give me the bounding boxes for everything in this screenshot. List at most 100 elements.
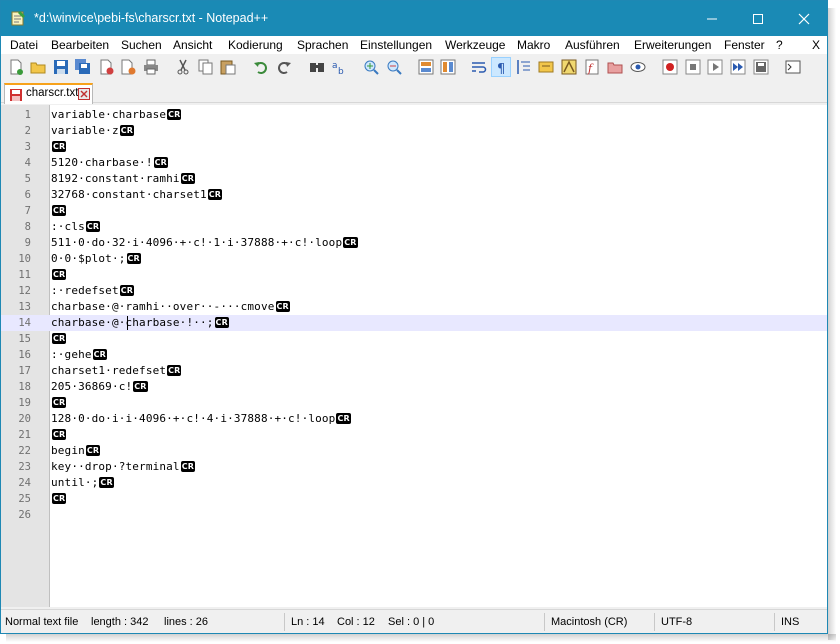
code-line[interactable]: 17 charset1·redefset CR — [1, 363, 827, 379]
notepad-window: *d:\winvice\pebi-fs\charscr.txt - Notepa… — [0, 0, 828, 634]
print-button[interactable] — [141, 57, 161, 77]
line-text: CR — [51, 268, 67, 281]
line-content: until·; — [51, 476, 99, 489]
code-line[interactable]: 16:·gehe CR — [1, 347, 827, 363]
save-macro-button[interactable] — [751, 57, 771, 77]
stop-macro-icon — [685, 59, 701, 75]
save-button[interactable] — [51, 57, 71, 77]
menu-kodierung[interactable]: Kodierung — [228, 38, 283, 52]
function-list-icon: f — [585, 59, 599, 75]
copy-button[interactable] — [196, 57, 216, 77]
code-line[interactable]: 10 0·0·$plot·; CR — [1, 251, 827, 267]
code-line[interactable]: 6 32768·constant·charset1 CR — [1, 187, 827, 203]
menu-bearbeiten[interactable]: Bearbeiten — [51, 38, 109, 52]
code-line[interactable]: 7 CR — [1, 203, 827, 219]
tab-charscr[interactable]: charscr.txt — [4, 83, 93, 104]
sync-horizontal-button[interactable] — [438, 57, 458, 77]
menu-werkzeuge[interactable]: Werkzeuge — [445, 38, 505, 52]
code-line[interactable]: 18 205·36869·c! CR — [1, 379, 827, 395]
play-macro-button[interactable] — [705, 57, 725, 77]
indent-guide-button[interactable] — [514, 57, 534, 77]
code-line[interactable]: 26 — [1, 507, 827, 523]
zoom-out-button[interactable] — [384, 57, 404, 77]
sync-vertical-button[interactable] — [416, 57, 436, 77]
find-button[interactable] — [307, 57, 327, 77]
menu-ausfuehren[interactable]: Ausführen — [565, 38, 620, 52]
window-title: *d:\winvice\pebi-fs\charscr.txt - Notepa… — [34, 11, 269, 25]
menu-datei[interactable]: Datei — [10, 38, 38, 52]
stop-macro-button[interactable] — [683, 57, 703, 77]
open-file-button[interactable] — [28, 57, 48, 77]
show-all-characters-button[interactable]: ¶ — [491, 57, 511, 77]
line-content: 128·0·do·i·i·4096·+·c!·4·i·37888·+·c!·lo… — [51, 412, 336, 425]
code-line[interactable]: 21 CR — [1, 427, 827, 443]
code-line[interactable]: 22 begin CR — [1, 443, 827, 459]
sync-vertical-icon — [418, 59, 434, 75]
run-macro-multiple-button[interactable] — [728, 57, 748, 77]
code-line[interactable]: 2 variable·z CR — [1, 123, 827, 139]
line-number: 14 — [18, 317, 31, 329]
new-file-button[interactable] — [6, 57, 26, 77]
menu-help[interactable]: ? — [776, 38, 783, 52]
editor-area[interactable]: 1 variable·charbase CR 2 variable·z CR 3 CR 4 512… — [1, 105, 827, 607]
code-line[interactable]: 14 charbase·@·charbase·!··; CR — [1, 315, 827, 331]
code-line[interactable]: 15 CR — [1, 331, 827, 347]
folder-workspace-button[interactable] — [605, 57, 625, 77]
code-line[interactable]: 19 CR — [1, 395, 827, 411]
document-map-button[interactable] — [559, 57, 579, 77]
code-line[interactable]: 3 CR — [1, 139, 827, 155]
close-all-button[interactable] — [118, 57, 138, 77]
zoom-in-button[interactable] — [361, 57, 381, 77]
monitoring-button[interactable] — [628, 57, 648, 77]
title-bar[interactable]: *d:\winvice\pebi-fs\charscr.txt - Notepa… — [1, 1, 827, 36]
status-insert-mode[interactable]: INS — [781, 616, 799, 628]
menu-sprachen[interactable]: Sprachen — [297, 38, 348, 52]
replace-button[interactable]: ab — [329, 57, 349, 77]
function-list-button[interactable]: f — [582, 57, 602, 77]
redo-button[interactable] — [274, 57, 294, 77]
paste-button[interactable] — [218, 57, 238, 77]
notepad-app-icon — [11, 11, 25, 26]
minimize-button[interactable] — [689, 1, 735, 36]
save-all-button[interactable] — [73, 57, 93, 77]
record-macro-button[interactable] — [660, 57, 680, 77]
word-wrap-button[interactable] — [469, 57, 489, 77]
code-line[interactable]: 20 128·0·do·i·i·4096·+·c!·4·i·37888·+·c!·… — [1, 411, 827, 427]
close-window-button[interactable] — [781, 1, 827, 36]
code-line[interactable]: 1 variable·charbase CR — [1, 107, 827, 123]
line-text: variable·charbase CR — [51, 108, 182, 121]
code-line[interactable]: 11 CR — [1, 267, 827, 283]
code-line[interactable]: 4 5120·charbase·! CR — [1, 155, 827, 171]
code-line[interactable]: 5 8192·constant·ramhi CR — [1, 171, 827, 187]
close-document-x[interactable]: X — [812, 38, 820, 52]
code-line[interactable]: 24 until·; CR — [1, 475, 827, 491]
eol-marker: CR — [52, 269, 67, 280]
tab-close-button[interactable] — [78, 88, 90, 100]
folder-workspace-icon — [607, 62, 623, 74]
menu-erweiterungen[interactable]: Erweiterungen — [634, 38, 711, 52]
code-line[interactable]: 12:·redefset CR — [1, 283, 827, 299]
code-line[interactable]: 9 511·0·do·32·i·4096·+·c!·1·i·37888·+·c!·… — [1, 235, 827, 251]
close-button[interactable] — [96, 57, 116, 77]
code-line[interactable]: 25 CR — [1, 491, 827, 507]
menu-suchen[interactable]: Suchen — [121, 38, 162, 52]
zoom-out-icon — [387, 60, 402, 75]
code-line[interactable]: 23 key··drop·?terminal CR — [1, 459, 827, 475]
line-number: 26 — [18, 509, 31, 521]
maximize-button[interactable] — [735, 1, 781, 36]
menu-ansicht[interactable]: Ansicht — [173, 38, 212, 52]
user-language-button[interactable] — [536, 57, 556, 77]
code-line[interactable]: 13 charbase·@·ramhi··over··-···cmove CR — [1, 299, 827, 315]
status-encoding[interactable]: UTF-8 — [661, 616, 692, 628]
find-icon — [310, 63, 324, 72]
status-eol-format[interactable]: Macintosh (CR) — [551, 616, 627, 628]
menu-einstellungen[interactable]: Einstellungen — [360, 38, 432, 52]
code-line[interactable]: 8:·cls CR — [1, 219, 827, 235]
eol-marker: CR — [52, 429, 67, 440]
menu-makro[interactable]: Makro — [517, 38, 550, 52]
menu-fenster[interactable]: Fenster — [724, 38, 765, 52]
cut-button[interactable] — [173, 57, 193, 77]
document-map-icon — [561, 59, 577, 75]
console-button[interactable] — [783, 57, 803, 77]
undo-button[interactable] — [251, 57, 271, 77]
